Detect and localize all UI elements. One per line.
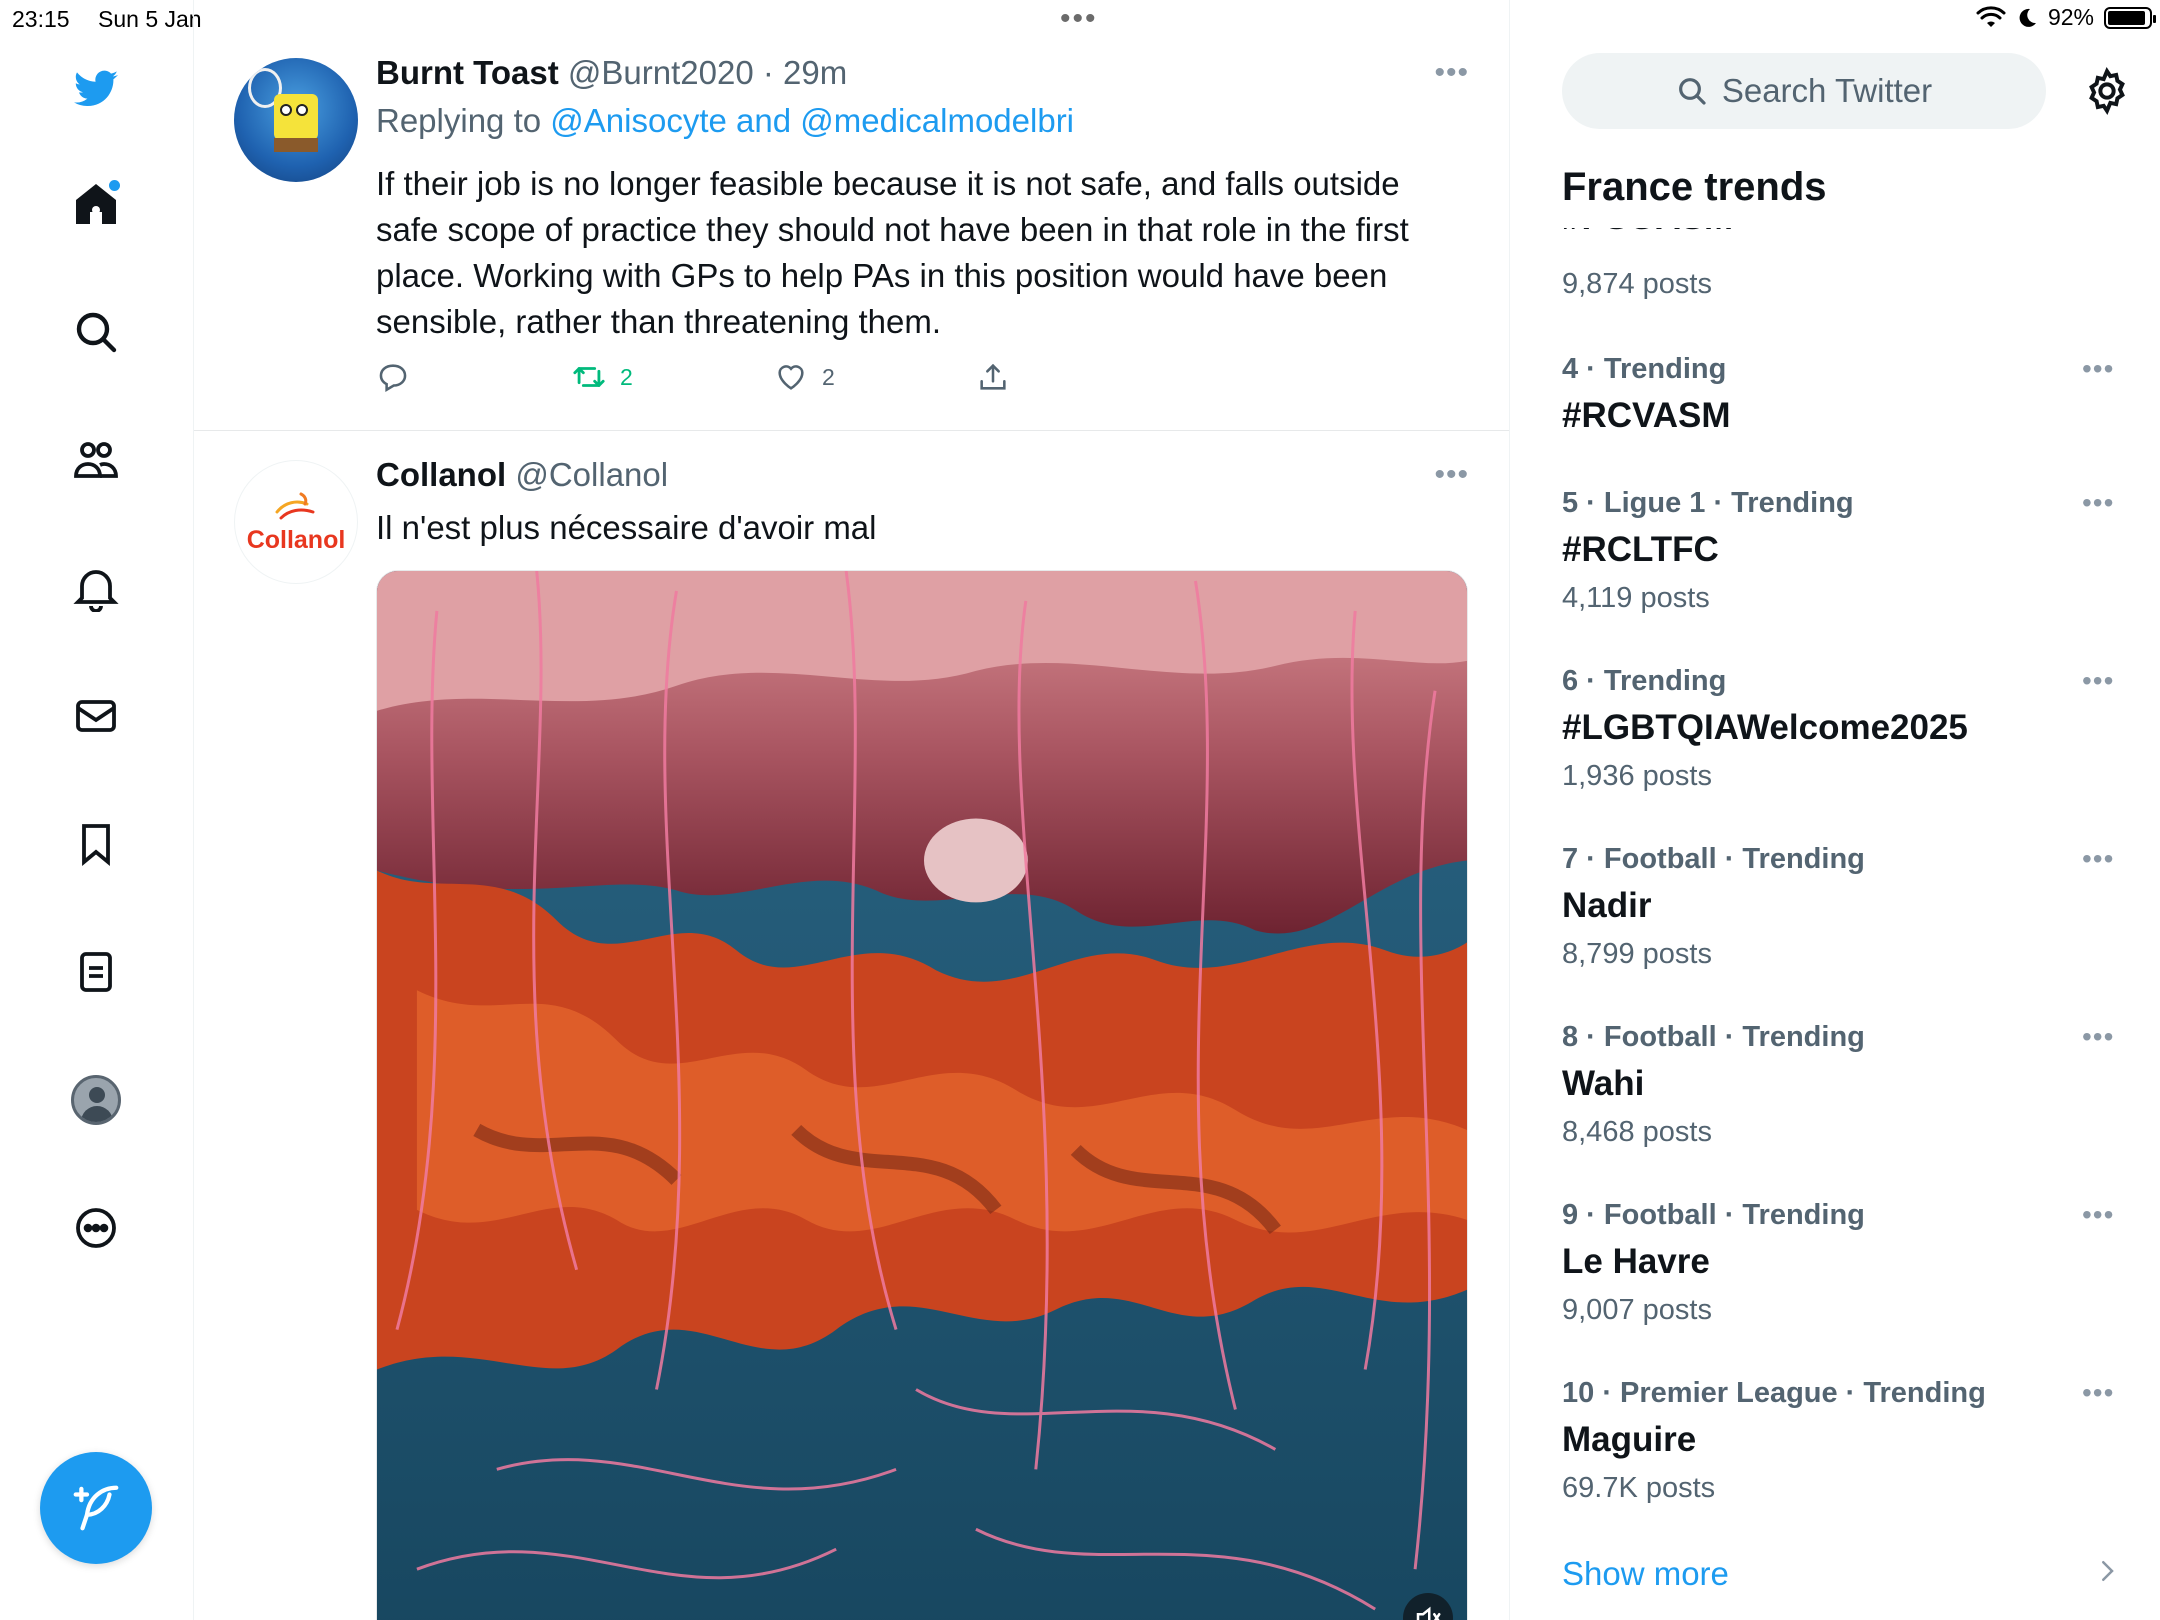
trend-name: Wahi (1562, 1064, 1645, 1103)
trend-meta: 8 · Football · Trending (1562, 1021, 1865, 1053)
trend-more-icon[interactable]: ••• (2082, 1199, 2114, 1231)
tweet-more-icon[interactable]: ••• (1434, 458, 1469, 492)
share-icon (980, 363, 1006, 390)
tweet-avatar[interactable]: Collanol (234, 460, 358, 584)
tweet-avatar[interactable] (234, 58, 358, 182)
trend-name[interactable]: #PSGASM (1562, 228, 1733, 238)
trend-count: 69.7K posts (1562, 1472, 1716, 1504)
profile-avatar-icon[interactable] (66, 1070, 126, 1130)
right-sidebar: Search Twitter France trends #PSGASM 9,8… (1510, 0, 2160, 1620)
tweet-actions: 2 2 (376, 360, 1076, 400)
tweet-author-handle[interactable]: @Collanol (515, 456, 668, 493)
collanol-logo-icon (275, 492, 315, 519)
trend-count: 9,007 posts (1562, 1294, 1712, 1326)
trend-count: 8,799 posts (1562, 938, 1712, 970)
tweet-header: Collanol @Collanol (376, 456, 668, 494)
trend-more-icon[interactable]: ••• (2082, 487, 2114, 519)
replying-to: Replying to @Anisocyte and @medicalmodel… (376, 102, 1074, 140)
trend-name: #RCVASM (1562, 396, 1731, 435)
compose-icon (73, 1485, 119, 1531)
like-button[interactable]: 2 (774, 360, 835, 394)
trend-count: 1,936 posts (1562, 760, 1712, 792)
trend-item[interactable]: 8 · Football · Trending Wahi 8,468 posts (1562, 1021, 2122, 1149)
reply-button[interactable] (376, 360, 410, 394)
trend-meta: 6 · Trending (1562, 665, 1727, 697)
tweet-author-name[interactable]: Burnt Toast (376, 54, 559, 91)
trends-list: #PSGASM 9,874 posts 4 · Trending #RCVASM… (1510, 228, 2160, 1620)
more-options-icon[interactable] (66, 1198, 126, 1258)
trend-name: #RCLTFC (1562, 530, 1719, 569)
tweet-author-name[interactable]: Collanol (376, 456, 506, 493)
trends-title: France trends (1562, 165, 1827, 209)
trend-item[interactable]: 4 · Trending #RCVASM (1562, 353, 2122, 436)
tweet-time[interactable]: 29m (783, 54, 847, 91)
communities-icon[interactable] (66, 430, 126, 490)
trend-name: Maguire (1562, 1420, 1697, 1459)
trend-meta: 10 · Premier League · Trending (1562, 1377, 1986, 1409)
jellyfish-video-frame (377, 571, 1467, 1620)
trend-more-icon[interactable]: ••• (2082, 1377, 2114, 1409)
retweet-count: 2 (620, 363, 633, 390)
reply-icon (379, 364, 407, 393)
new-posts-dot (109, 180, 120, 191)
tweet-more-icon[interactable]: ••• (1434, 56, 1469, 90)
retweet-button[interactable]: 2 (572, 360, 633, 394)
trend-item[interactable]: 5 · Ligue 1 · Trending #RCLTFC 4,119 pos… (1562, 487, 2122, 615)
search-icon (1678, 78, 1706, 105)
settings-gear-icon[interactable] (2082, 66, 2132, 116)
trend-count: 9,874 posts (1562, 268, 1712, 300)
tweet-text: If their job is no longer feasible becau… (376, 165, 1409, 340)
share-button[interactable] (976, 360, 1010, 394)
search-input[interactable]: Search Twitter (1562, 53, 2046, 129)
trend-name: Le Havre (1562, 1242, 1710, 1281)
compose-tweet-button[interactable] (40, 1452, 152, 1564)
tweet-text: Il n'est plus nécessaire d'avoir mal (376, 509, 877, 546)
bookmarks-icon[interactable] (66, 814, 126, 874)
trend-count: 8,468 posts (1562, 1116, 1712, 1148)
tweet-author-handle[interactable]: @Burnt2020 (568, 54, 754, 91)
trend-item[interactable]: 7 · Football · Trending Nadir 8,799 post… (1562, 843, 2122, 971)
header-separator: · (762, 54, 774, 91)
trend-meta: 9 · Football · Trending (1562, 1199, 1865, 1231)
tweet-divider (194, 430, 1509, 431)
messages-envelope-icon[interactable] (66, 686, 126, 746)
left-nav (0, 0, 194, 1620)
search-icon[interactable] (66, 302, 126, 362)
search-placeholder: Search Twitter (1721, 72, 1933, 109)
trend-more-icon[interactable]: ••• (2082, 665, 2114, 697)
trend-item[interactable]: 9 · Football · Trending Le Havre 9,007 p… (1562, 1199, 2122, 1327)
notifications-bell-icon[interactable] (66, 558, 126, 618)
trend-item[interactable]: 6 · Trending #LGBTQIAWelcome2025 1,936 p… (1562, 665, 2122, 793)
collanol-logo-text: Collanol (246, 525, 346, 554)
trend-meta: 5 · Ligue 1 · Trending (1562, 487, 1854, 519)
tweet-video[interactable] (376, 570, 1468, 1620)
replying-prefix: Replying to (376, 102, 542, 139)
show-more-link[interactable]: Show more (1562, 1555, 1729, 1593)
tweet-header: Burnt Toast @Burnt2020 · 29m (376, 54, 847, 92)
heart-icon (778, 365, 804, 390)
trend-more-icon[interactable]: ••• (2082, 353, 2114, 385)
retweet-icon (573, 367, 605, 387)
like-count: 2 (822, 363, 835, 390)
muted-speaker-icon (1416, 1606, 1441, 1620)
trend-count: 4,119 posts (1562, 582, 1710, 614)
trend-item[interactable]: 10 · Premier League · Trending Maguire 6… (1562, 1377, 2122, 1505)
replying-to-link[interactable]: @Anisocyte and @medicalmodelbri (550, 102, 1074, 139)
chevron-right-icon[interactable] (2092, 1556, 2122, 1586)
trend-meta: 7 · Football · Trending (1562, 843, 1865, 875)
trend-more-icon[interactable]: ••• (2082, 1021, 2114, 1053)
trend-name: Nadir (1562, 886, 1652, 925)
trend-meta: 4 · Trending (1562, 353, 1727, 385)
timeline: Burnt Toast @Burnt2020 · 29m ••• Replyin… (194, 0, 1510, 1620)
trend-name: #LGBTQIAWelcome2025 (1562, 708, 1968, 747)
lists-icon[interactable] (66, 942, 126, 1002)
trend-more-icon[interactable]: ••• (2082, 843, 2114, 875)
home-icon[interactable] (66, 174, 126, 234)
twitter-logo-icon[interactable] (66, 60, 126, 120)
